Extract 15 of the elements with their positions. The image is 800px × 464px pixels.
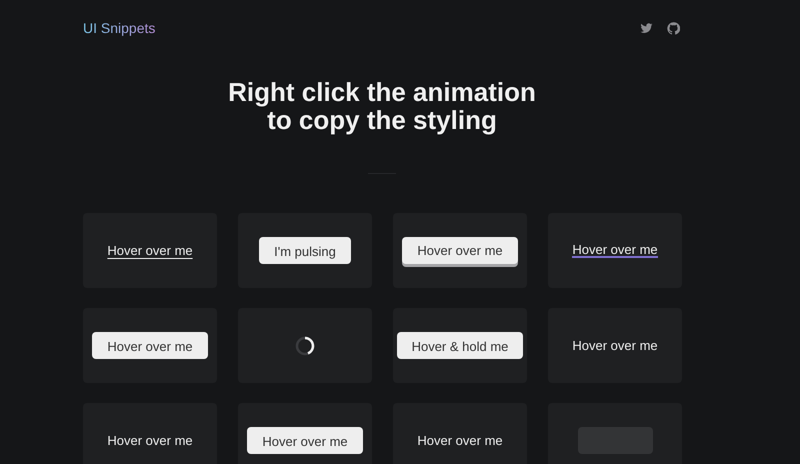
demo-button[interactable]: Hover & hold me: [396, 332, 524, 359]
site-logo[interactable]: UI Snippets: [83, 20, 156, 36]
demo-button[interactable]: I'm pulsing: [259, 237, 351, 264]
github-icon[interactable]: [667, 22, 680, 34]
demo-button[interactable]: Hover over me: [92, 332, 208, 359]
twitter-icon[interactable]: [640, 22, 653, 34]
hover-text[interactable]: Hover over me: [572, 338, 658, 353]
demo-button[interactable]: Hover over me: [402, 237, 518, 264]
hover-text[interactable]: Hover over me: [107, 433, 193, 448]
demo-button[interactable]: Hover over me: [247, 427, 363, 454]
headline: Right click the animation to copy the styling: [228, 78, 536, 134]
spinner-icon: [295, 336, 315, 356]
hover-link[interactable]: Hover over me: [107, 243, 193, 258]
hover-text[interactable]: Hover over me: [417, 433, 503, 448]
hover-link[interactable]: Hover over me: [572, 243, 658, 258]
